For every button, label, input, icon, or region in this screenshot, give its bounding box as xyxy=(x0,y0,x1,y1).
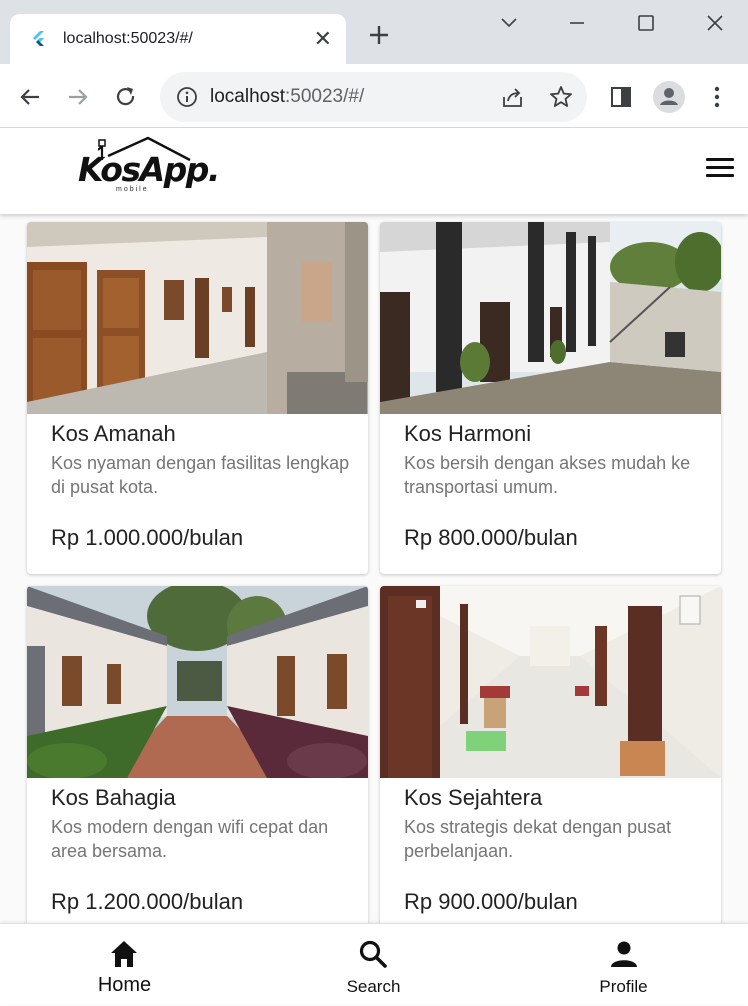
nav-item-search[interactable]: Search xyxy=(249,924,498,1006)
nav-item-profile[interactable]: Profile xyxy=(499,924,748,1006)
maximize-icon[interactable] xyxy=(633,10,659,36)
back-arrow-icon[interactable] xyxy=(17,84,43,110)
listing-photo xyxy=(27,222,368,414)
listing-title: Kos Sejahtera xyxy=(404,785,543,810)
person-icon xyxy=(611,941,637,967)
listing-card[interactable]: Kos Sejahtera Kos strategis dekat dengan… xyxy=(380,586,721,923)
bookmark-star-icon[interactable] xyxy=(548,84,574,110)
search-icon xyxy=(359,940,387,968)
hamburger-menu-icon[interactable] xyxy=(706,158,734,182)
forward-arrow-icon[interactable] xyxy=(65,84,91,110)
listing-grid: Kos Amanah Kos nyaman dengan fasilitas l… xyxy=(27,222,721,923)
browser-chrome: localhost:50023/#/ ✕ localhost:50023/#/ xyxy=(0,0,748,128)
tab-strip: localhost:50023/#/ ✕ xyxy=(0,0,748,64)
nav-label-home: Home xyxy=(97,974,152,996)
share-icon[interactable] xyxy=(500,85,526,111)
side-panel-icon[interactable] xyxy=(608,84,634,110)
listing-description: Kos modern dengan wifi cepat dan area be… xyxy=(51,817,329,861)
kosapp-logo: KosApp. mobile xyxy=(78,136,220,198)
listing-description: Kos strategis dekat dengan pusat perbela… xyxy=(404,817,672,861)
nav-label-search: Search xyxy=(346,977,401,996)
listing-description: Kos bersih dengan akses mudah ke transpo… xyxy=(404,453,691,497)
bottom-navigation-bar: Home Search Profile xyxy=(0,923,748,1005)
home-icon xyxy=(111,941,137,967)
tab-title: localhost:50023/#/ xyxy=(63,30,193,47)
close-tab-icon[interactable]: ✕ xyxy=(314,26,332,52)
listing-title: Kos Amanah xyxy=(51,421,176,446)
listing-price: Rp 800.000/bulan xyxy=(404,525,578,550)
listing-card[interactable]: Kos Bahagia Kos modern dengan wifi cepat… xyxy=(27,586,368,923)
app-header: KosApp. mobile xyxy=(0,128,748,214)
reload-icon[interactable] xyxy=(113,84,139,110)
listing-price: Rp 1.200.000/bulan xyxy=(51,889,244,914)
listing-card[interactable]: Kos Harmoni Kos bersih dengan akses muda… xyxy=(380,222,721,574)
listing-price: Rp 1.000.000/bulan xyxy=(51,525,244,550)
browser-tab[interactable]: localhost:50023/#/ ✕ xyxy=(10,14,346,64)
listing-card[interactable]: Kos Amanah Kos nyaman dengan fasilitas l… xyxy=(27,222,368,574)
listing-title: Kos Bahagia xyxy=(51,785,176,810)
listing-scroll-area[interactable]: Kos Amanah Kos nyaman dengan fasilitas l… xyxy=(0,214,748,923)
profile-avatar-icon[interactable] xyxy=(652,80,686,114)
new-tab-icon[interactable] xyxy=(366,22,392,48)
listing-title: Kos Harmoni xyxy=(404,421,532,446)
listing-photo xyxy=(27,586,368,778)
flutter-icon xyxy=(33,31,44,46)
listing-description: Kos nyaman dengan fasilitas lengkap di p… xyxy=(51,453,350,497)
nav-label-profile: Profile xyxy=(599,977,648,996)
nav-item-home[interactable]: Home xyxy=(0,924,249,1006)
listing-photo xyxy=(380,222,721,414)
url-text: localhost:50023/#/ xyxy=(210,86,365,107)
more-vert-icon[interactable] xyxy=(704,84,730,110)
listing-price: Rp 900.000/bulan xyxy=(404,889,578,914)
minimize-icon[interactable] xyxy=(564,10,590,36)
address-bar[interactable]: localhost:50023/#/ xyxy=(160,72,587,122)
info-icon[interactable] xyxy=(176,86,198,108)
listing-photo xyxy=(380,586,721,778)
browser-toolbar: localhost:50023/#/ xyxy=(0,64,748,128)
close-window-icon[interactable] xyxy=(702,10,728,36)
chevron-down-icon[interactable] xyxy=(496,10,522,36)
